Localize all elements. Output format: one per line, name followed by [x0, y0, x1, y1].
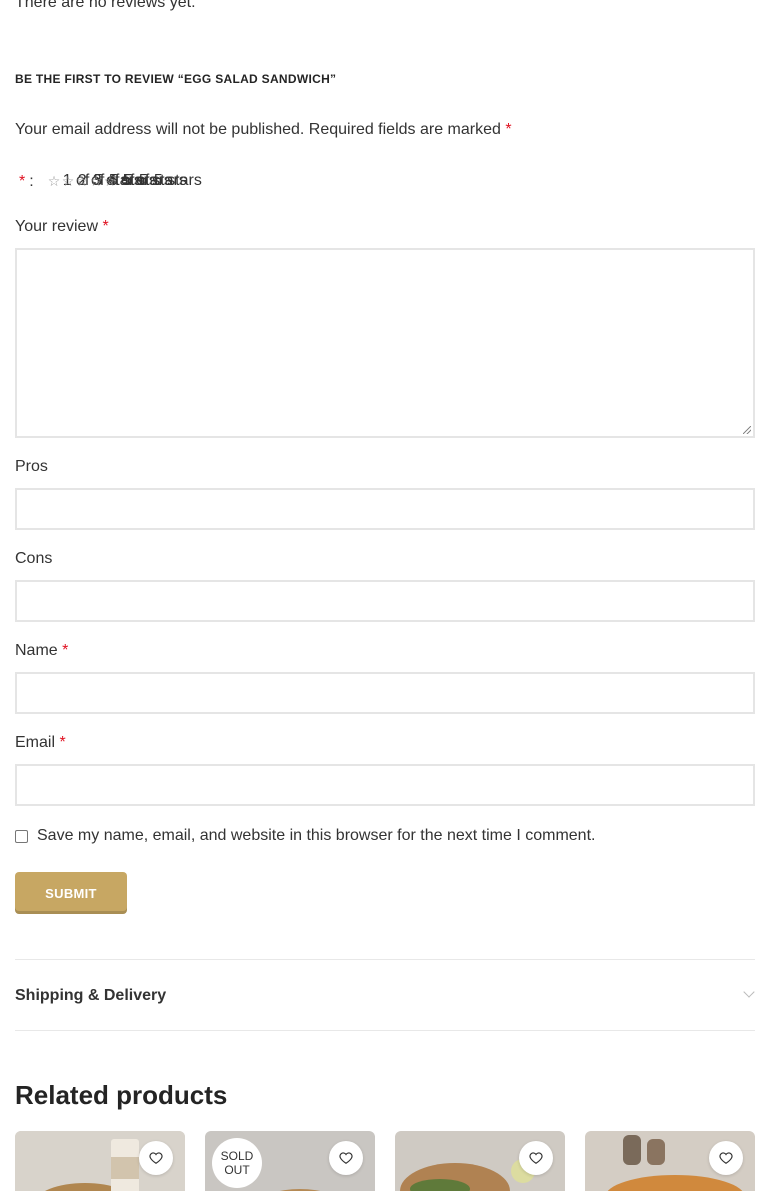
review-textarea[interactable]	[15, 248, 755, 438]
email-input[interactable]	[15, 764, 755, 806]
heart-icon	[339, 1152, 353, 1164]
star-label-5: 5 of 5 stars	[122, 172, 202, 189]
product-card[interactable]	[395, 1131, 565, 1191]
rating-colon: :	[29, 173, 34, 190]
product-card[interactable]	[15, 1131, 185, 1191]
review-form-title: Be the first to review “Egg Salad Sandwi…	[15, 72, 337, 86]
shipping-accordion[interactable]: Shipping & Delivery	[15, 959, 755, 1031]
wishlist-button[interactable]	[519, 1141, 553, 1175]
product-card[interactable]	[585, 1131, 755, 1191]
review-required-asterisk: *	[102, 218, 109, 235]
accordion-title[interactable]: Shipping & Delivery	[15, 987, 166, 1005]
email-label: Email *	[15, 734, 66, 752]
cons-label: Cons	[15, 550, 53, 567]
wishlist-button[interactable]	[139, 1141, 173, 1175]
save-info-consent: Save my name, email, and website in this…	[15, 827, 595, 845]
heart-icon	[529, 1152, 543, 1164]
rating-required-asterisk: *	[19, 173, 26, 190]
star-icon-2[interactable]: ☆	[62, 173, 75, 190]
save-info-checkbox[interactable]	[15, 829, 28, 843]
pros-label: Pros	[15, 458, 48, 475]
heart-icon	[719, 1152, 733, 1164]
required-asterisk: *	[505, 121, 512, 138]
name-input[interactable]	[15, 672, 755, 714]
related-products-title: Related products	[15, 1080, 228, 1110]
email-required-asterisk: *	[59, 734, 66, 751]
cons-input[interactable]	[15, 580, 755, 622]
wishlist-button[interactable]	[329, 1141, 363, 1175]
form-notes-text: Your email address will not be published…	[15, 121, 501, 138]
form-notes: Your email address will not be published…	[15, 121, 512, 139]
product-card[interactable]: Sold out	[205, 1131, 375, 1191]
save-info-label[interactable]: Save my name, email, and website in this…	[37, 827, 595, 845]
email-label-text: Email	[15, 734, 56, 751]
name-label-text: Name	[15, 642, 58, 659]
sold-out-line-1: Sold	[220, 1149, 254, 1163]
name-label: Name *	[15, 642, 68, 660]
wishlist-button[interactable]	[709, 1141, 743, 1175]
chevron-down-icon[interactable]	[743, 986, 755, 998]
star-rating-selector[interactable]: ☆ 1 of 5 stars ☆ 2 of 5 stars ☆ 3 of 5 s…	[48, 172, 202, 192]
submit-button[interactable]: Submit	[15, 872, 127, 914]
star-icon-4[interactable]: ☆	[90, 173, 103, 190]
resize-handle-icon[interactable]	[743, 426, 751, 434]
review-label: Your review *	[15, 218, 109, 236]
heart-icon	[149, 1152, 163, 1164]
name-required-asterisk: *	[62, 642, 69, 659]
pros-input[interactable]	[15, 488, 755, 530]
no-reviews-text: There are no reviews yet.	[15, 0, 196, 11]
rating-row: * : ☆ 1 of 5 stars ☆ 2 of 5 stars ☆ 3 of…	[15, 172, 202, 192]
sold-out-badge: Sold out	[212, 1138, 262, 1188]
review-label-text: Your review	[15, 218, 99, 235]
star-icon-5[interactable]: ☆	[104, 173, 117, 190]
star-icon-1[interactable]: ☆	[48, 173, 61, 190]
sold-out-line-2: out	[224, 1163, 250, 1177]
star-icon-3[interactable]: ☆	[76, 173, 89, 190]
